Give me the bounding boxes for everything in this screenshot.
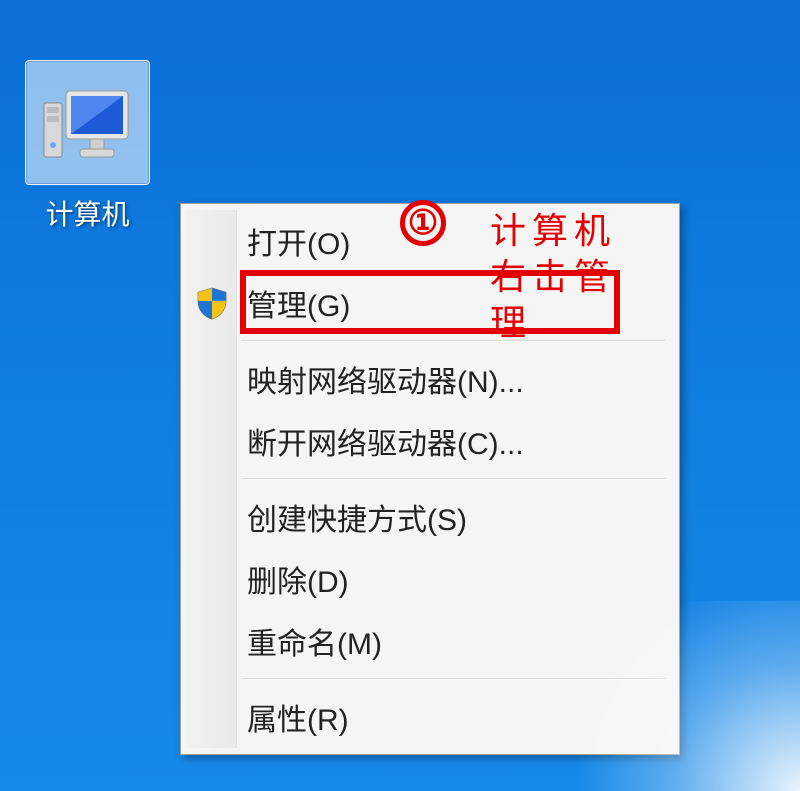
menu-item-manage[interactable]: 管理(G)	[185, 272, 675, 334]
blank-icon	[193, 698, 231, 736]
blank-icon	[193, 498, 231, 536]
desktop-icon-computer[interactable]: 计算机	[20, 60, 155, 233]
menu-separator	[241, 478, 665, 480]
menu-item-label: 断开网络驱动器(C)...	[247, 419, 524, 463]
menu-separator	[241, 340, 665, 342]
menu-item-label: 映射网络驱动器(N)...	[247, 357, 524, 401]
blank-icon	[193, 422, 231, 460]
blank-icon	[193, 622, 231, 660]
lens-glare	[540, 601, 800, 791]
desktop-icon-label: 计算机	[45, 193, 129, 233]
menu-item-create-shortcut[interactable]: 创建快捷方式(S)	[185, 486, 675, 548]
menu-item-label: 管理(G)	[247, 281, 350, 325]
menu-item-label: 打开(O)	[247, 219, 350, 263]
menu-item-label: 创建快捷方式(S)	[247, 495, 467, 539]
menu-item-map-network-drive[interactable]: 映射网络驱动器(N)...	[185, 348, 675, 410]
computer-icon	[25, 60, 150, 185]
menu-item-label: 重命名(M)	[247, 619, 382, 663]
menu-item-open[interactable]: 打开(O)	[185, 210, 675, 272]
menu-item-label: 删除(D)	[247, 557, 349, 601]
menu-item-label: 属性(R)	[247, 695, 349, 739]
uac-shield-icon	[193, 284, 231, 322]
menu-item-disconnect-network-drive[interactable]: 断开网络驱动器(C)...	[185, 410, 675, 472]
blank-icon	[193, 360, 231, 398]
blank-icon	[193, 560, 231, 598]
blank-icon	[193, 222, 231, 260]
